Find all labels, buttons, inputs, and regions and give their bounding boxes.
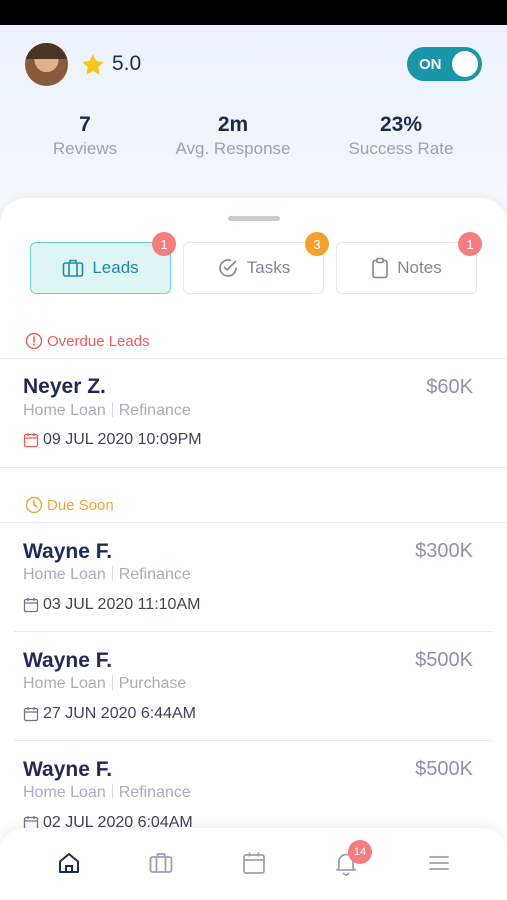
lead-date-text: 09 JUL 2020 10:09PM — [43, 431, 202, 448]
lead-amount: $500K — [415, 649, 473, 671]
lead-amount: $300K — [415, 540, 473, 562]
section-overdue-leads: Overdue Leads — [25, 332, 150, 350]
section-due-soon: Due Soon — [25, 496, 114, 514]
divider — [0, 467, 507, 468]
divider — [0, 522, 507, 523]
tab-label: Leads — [92, 258, 139, 277]
lead-name: Neyer Z. — [23, 375, 106, 398]
clipboard-icon — [372, 257, 389, 279]
home-icon[interactable] — [56, 850, 82, 876]
stat-label: Avg. Response — [175, 139, 291, 158]
avatar[interactable] — [25, 43, 68, 86]
calendar-icon — [23, 598, 39, 613]
star-icon — [82, 54, 104, 75]
section-title-text: Overdue Leads — [47, 332, 150, 350]
stat-label: Reviews — [52, 139, 118, 158]
toggle-knob — [452, 51, 478, 77]
loan-type: Home Loan — [23, 784, 106, 801]
sheet-grabber[interactable] — [228, 216, 280, 221]
loan-type: Home Loan — [23, 402, 106, 419]
check-circle-icon — [218, 259, 237, 277]
divider — [14, 631, 493, 632]
stat-value: 23% — [379, 113, 423, 136]
stat-success-rate: 23% Success Rate — [321, 113, 481, 159]
lead-name: Wayne F. — [23, 540, 113, 563]
tab-badge: 3 — [305, 232, 329, 256]
loan-purpose: Refinance — [118, 402, 191, 419]
lead-name: Wayne F. — [23, 649, 113, 672]
rating-value: 5.0 — [112, 52, 142, 75]
tab-notes[interactable]: Notes — [336, 242, 477, 294]
loan-purpose: Refinance — [118, 566, 191, 583]
loan-type: Home Loan — [23, 675, 106, 692]
divider — [14, 740, 493, 741]
clock-icon — [25, 496, 43, 514]
calendar-icon[interactable] — [241, 850, 267, 876]
tab-label: Tasks — [246, 258, 291, 277]
stat-label: Success Rate — [348, 139, 454, 158]
briefcase-icon[interactable] — [148, 850, 174, 876]
loan-purpose: Refinance — [118, 784, 191, 801]
lead-amount: $60K — [426, 376, 473, 398]
loan-purpose: Purchase — [118, 675, 187, 692]
calendar-icon — [23, 433, 39, 448]
tab-leads[interactable]: Leads — [30, 242, 171, 294]
lead-meta: Home Loan Purchase — [23, 675, 186, 693]
section-title-text: Due Soon — [47, 496, 114, 514]
tab-label: Notes — [397, 258, 442, 277]
menu-icon[interactable] — [426, 850, 452, 876]
alert-circle-icon — [25, 332, 43, 350]
tab-tasks[interactable]: Tasks — [183, 242, 324, 294]
lead-date-text: 03 JUL 2020 11:10AM — [43, 596, 201, 613]
status-bar — [0, 0, 507, 25]
notification-badge: 14 — [348, 840, 372, 864]
lead-date: 09 JUL 2020 10:09PM — [23, 431, 202, 449]
lead-date: 27 JUN 2020 6:44AM — [23, 705, 196, 723]
calendar-icon — [23, 707, 39, 722]
lead-name: Wayne F. — [23, 758, 113, 781]
lead-meta: Home Loan Refinance — [23, 784, 191, 802]
stat-reviews: 7 Reviews — [5, 113, 165, 159]
lead-amount: $500K — [415, 758, 473, 780]
briefcase-icon — [63, 259, 84, 277]
tab-badge: 1 — [458, 232, 482, 256]
lead-meta: Home Loan Refinance — [23, 566, 191, 584]
divider — [0, 358, 507, 359]
stat-avg-response: 2m Avg. Response — [153, 113, 313, 159]
toggle-label: ON — [419, 56, 442, 73]
stat-value: 2m — [217, 113, 249, 136]
stat-value: 7 — [79, 113, 91, 136]
tab-badge: 1 — [152, 232, 176, 256]
lead-meta: Home Loan Refinance — [23, 402, 191, 420]
lead-date-text: 27 JUN 2020 6:44AM — [43, 705, 196, 722]
loan-type: Home Loan — [23, 566, 106, 583]
availability-toggle[interactable]: ON — [407, 47, 482, 81]
lead-date: 03 JUL 2020 11:10AM — [23, 596, 200, 614]
